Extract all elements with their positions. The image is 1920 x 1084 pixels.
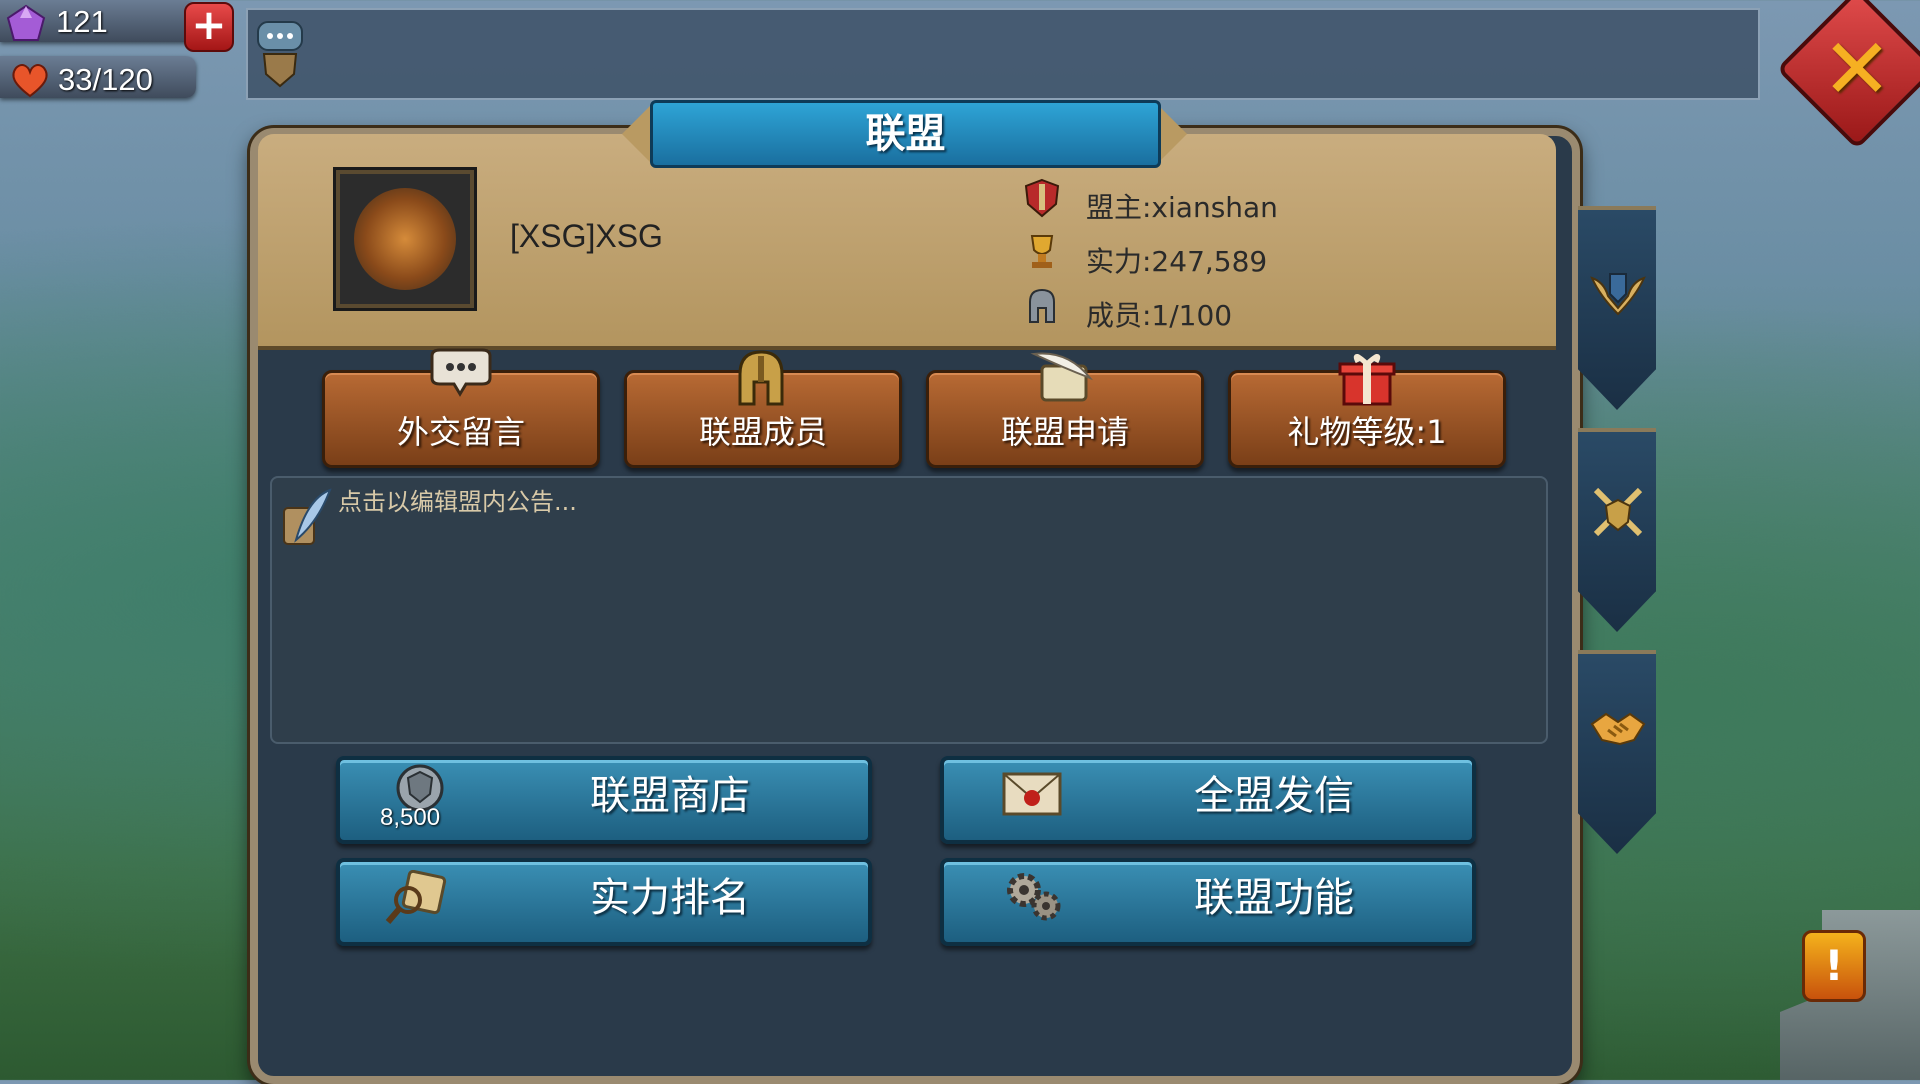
alliance-members-label: 联盟成员 — [698, 413, 827, 451]
horned-helmet-icon — [354, 188, 456, 290]
gift-box-icon — [1338, 354, 1396, 406]
chat-guild-icon[interactable] — [254, 20, 306, 88]
guild-emblem[interactable] — [336, 170, 474, 308]
helmet-icon — [738, 350, 784, 406]
heart-icon — [12, 64, 48, 98]
leader-shield-icon — [1024, 178, 1060, 218]
gem-icon — [6, 4, 46, 41]
panel-title: 联盟 — [865, 111, 946, 157]
gift-level-label: 礼物等级:1 — [1287, 413, 1447, 451]
winged-shield-icon — [1590, 273, 1646, 316]
mass-mail-label: 全盟发信 — [1194, 773, 1354, 819]
alliance-shop-label: 联盟商店 — [590, 773, 750, 819]
alert-icon[interactable]: ! — [1802, 930, 1866, 1002]
close-icon[interactable]: ✕ — [1800, 12, 1914, 126]
handshake-icon — [1590, 712, 1646, 746]
gems-count: 121 — [56, 4, 108, 39]
announcement-placeholder[interactable]: 点击以编辑盟内公告... — [338, 482, 577, 517]
gears-icon — [1007, 873, 1061, 921]
alliance-applications-label: 联盟申请 — [1000, 413, 1129, 451]
guild-power: 实力:247,589 — [1086, 245, 1268, 278]
sealed-letter-icon — [1002, 772, 1062, 816]
ribbon-right-arrow-icon — [1157, 104, 1187, 164]
crossed-swords-icon — [1593, 487, 1643, 537]
quill-scroll-icon — [1030, 352, 1094, 402]
buy-gems-button[interactable]: + — [184, 2, 234, 52]
power-trophy-icon — [1030, 235, 1054, 268]
quill-icon — [283, 488, 332, 545]
shop-currency-amount: 8,500 — [380, 804, 441, 831]
chat-strip[interactable] — [246, 8, 1760, 100]
guild-leader: 盟主:xianshan — [1086, 191, 1278, 224]
alliance-functions-label: 联盟功能 — [1194, 875, 1354, 921]
magnifier-scroll-icon — [385, 870, 447, 924]
members-helmet-icon — [1029, 288, 1055, 323]
power-ranking-label: 实力排名 — [590, 875, 750, 921]
ribbon-left-arrow-icon — [622, 104, 652, 164]
speech-bubble-icon — [430, 348, 492, 397]
diplomacy-message-label: 外交留言 — [396, 413, 525, 451]
guild-name: [XSG]XSG — [510, 218, 663, 254]
guild-members: 成员:1/100 — [1086, 299, 1233, 332]
stamina-count: 33/120 — [58, 62, 153, 97]
